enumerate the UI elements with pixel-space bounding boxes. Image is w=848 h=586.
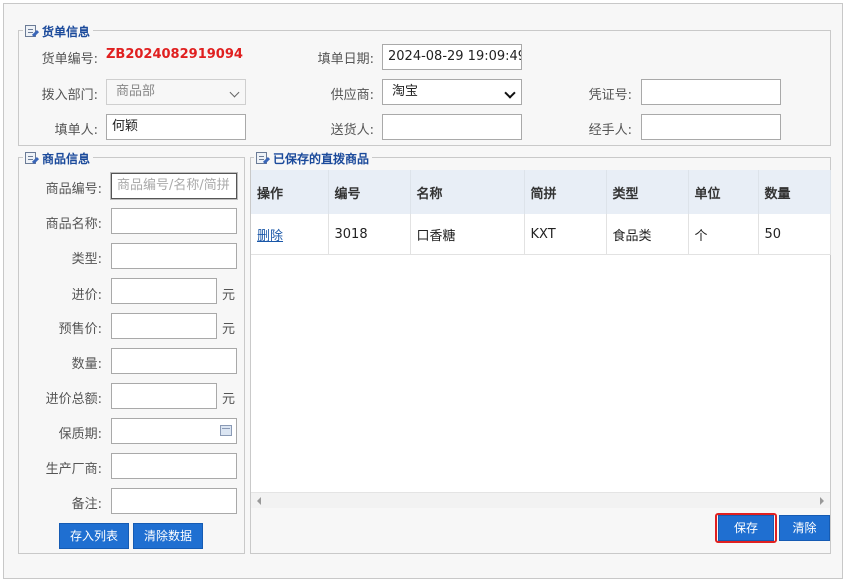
- shelf-life-input[interactable]: [111, 418, 237, 444]
- calendar-icon[interactable]: [220, 425, 232, 436]
- scroll-left-arrow-icon[interactable]: [257, 497, 261, 505]
- supplier-select-value: 淘宝: [392, 84, 419, 99]
- cost-unit: 元: [222, 288, 236, 303]
- product-code-input[interactable]: 商品编号/名称/简拼: [110, 172, 238, 200]
- presale-unit: 元: [222, 322, 236, 337]
- product-type-input[interactable]: [111, 243, 237, 269]
- delete-link[interactable]: 删除: [257, 229, 283, 244]
- saved-products-title: 已保存的直拨商品: [273, 152, 370, 166]
- qty-label: 数量:: [71, 357, 102, 372]
- column-header[interactable]: 操作: [251, 170, 329, 214]
- table-cell: KXT: [524, 214, 607, 255]
- edit-document-icon: [256, 152, 271, 165]
- column-header[interactable]: 编号: [328, 170, 411, 214]
- dept-label: 拨入部门:: [41, 88, 98, 103]
- type-label: 类型:: [71, 252, 102, 267]
- horizontal-scrollbar[interactable]: [251, 492, 830, 508]
- order-no-label: 货单编号:: [41, 52, 98, 67]
- handler-field[interactable]: [641, 114, 781, 140]
- chevron-down-icon: [504, 87, 516, 99]
- fill-date-field[interactable]: 2024-08-29 19:09:49: [382, 44, 522, 70]
- order-no-value: ZB2024082919094: [106, 47, 243, 62]
- order-info-legend: 货单信息: [23, 23, 94, 40]
- presale-price-input[interactable]: [111, 313, 217, 339]
- cost-label: 进价:: [71, 288, 102, 303]
- presale-label: 预售价:: [58, 322, 102, 337]
- shelf-label: 保质期:: [58, 427, 102, 442]
- table-cell-action: 删除: [251, 214, 329, 255]
- saved-products-legend: 已保存的直拨商品: [254, 150, 373, 167]
- dept-select[interactable]: 商品部: [106, 79, 246, 105]
- name-label: 商品名称:: [45, 217, 102, 232]
- cost-total-input[interactable]: [111, 383, 217, 409]
- column-header[interactable]: 数量: [758, 170, 831, 214]
- code-label: 商品编号:: [45, 182, 102, 197]
- column-header[interactable]: 简拼: [524, 170, 607, 214]
- table-row: 删除 3018 口香糖 KXT 食品类 个 50: [251, 214, 831, 255]
- edit-document-icon: [25, 25, 40, 38]
- filler-field[interactable]: 何颖: [106, 114, 246, 140]
- column-header[interactable]: 单位: [688, 170, 759, 214]
- supplier-select[interactable]: 淘宝: [382, 79, 522, 105]
- handler-label: 经手人:: [588, 123, 632, 138]
- deliverer-label: 送货人:: [330, 123, 374, 138]
- remark-label: 备注:: [71, 497, 102, 512]
- table-cell: 口香糖: [410, 214, 525, 255]
- clear-button[interactable]: 清除: [779, 515, 830, 541]
- saved-products-table: 操作 编号 名称 简拼 类型 单位 数量 删除 3018 口香糖 KXT 食品类…: [251, 170, 831, 255]
- supplier-label: 供应商:: [330, 88, 374, 103]
- table-cell: 个: [688, 214, 759, 255]
- cost-price-input[interactable]: [111, 278, 217, 304]
- manufacturer-input[interactable]: [111, 453, 237, 479]
- table-cell: 3018: [328, 214, 411, 255]
- scroll-right-arrow-icon[interactable]: [820, 497, 824, 505]
- total-label: 进价总额:: [45, 392, 102, 407]
- quantity-input[interactable]: [111, 348, 237, 374]
- edit-document-icon: [25, 152, 40, 165]
- product-info-legend: 商品信息: [23, 150, 94, 167]
- clear-data-button[interactable]: 清除数据: [133, 523, 203, 549]
- column-header[interactable]: 名称: [410, 170, 525, 214]
- table-cell: 50: [758, 214, 831, 255]
- deliverer-field[interactable]: [382, 114, 522, 140]
- dept-select-value: 商品部: [116, 84, 156, 99]
- voucher-field[interactable]: [641, 79, 781, 105]
- table-header-row: 操作 编号 名称 简拼 类型 单位 数量: [251, 170, 831, 214]
- fill-date-label: 填单日期:: [317, 52, 374, 67]
- table-cell: 食品类: [606, 214, 689, 255]
- column-header[interactable]: 类型: [606, 170, 689, 214]
- save-button[interactable]: 保存: [718, 515, 774, 541]
- product-name-input[interactable]: [111, 208, 237, 234]
- total-unit: 元: [222, 392, 236, 407]
- product-info-title: 商品信息: [42, 152, 91, 166]
- chevron-down-icon: [229, 87, 240, 98]
- maker-label: 生产厂商:: [45, 462, 102, 477]
- voucher-label: 凭证号:: [588, 88, 632, 103]
- order-info-title: 货单信息: [42, 25, 91, 39]
- filler-label: 填单人:: [54, 123, 98, 138]
- save-to-list-button[interactable]: 存入列表: [59, 523, 129, 549]
- remark-input[interactable]: [111, 488, 237, 514]
